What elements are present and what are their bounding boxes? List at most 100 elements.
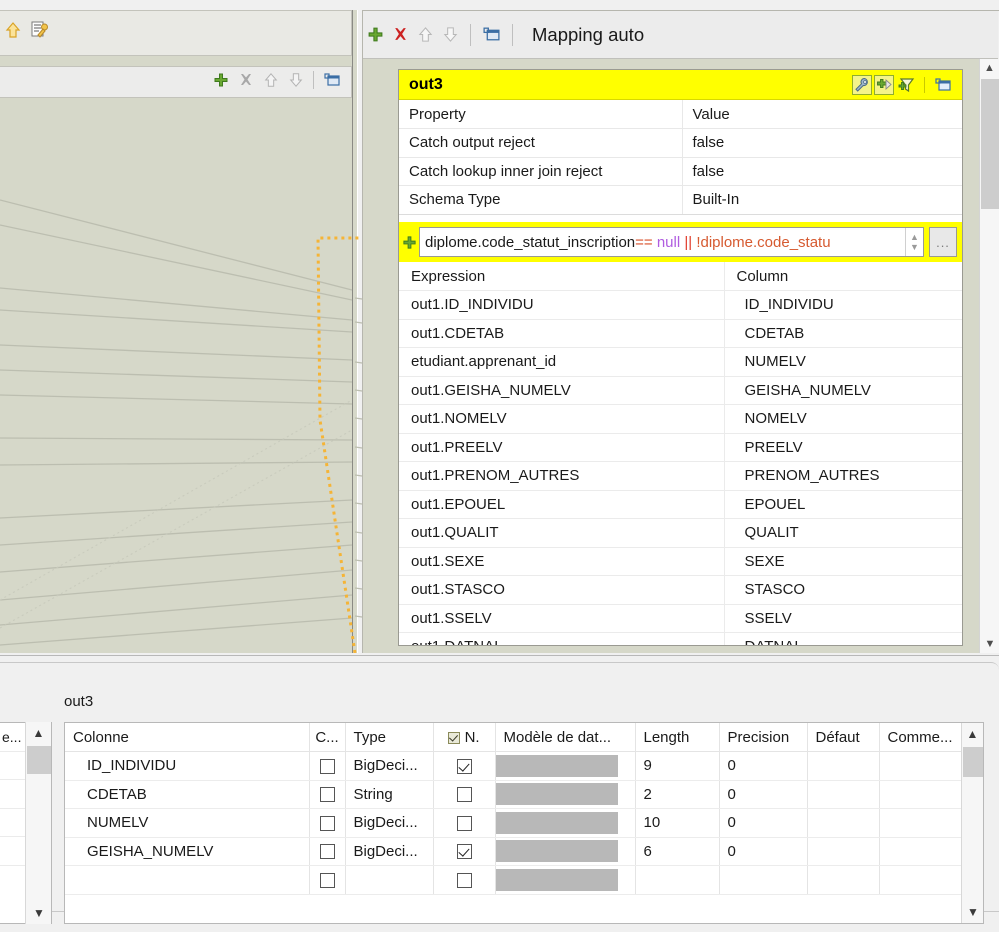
key-checkbox[interactable] bbox=[319, 844, 335, 860]
left-partial-scrollbar[interactable]: ▲ ▼ bbox=[25, 722, 51, 924]
schema-cell[interactable] bbox=[719, 865, 808, 895]
table-row[interactable]: GEISHA_NUMELV BigDeci... 6 0 bbox=[65, 837, 964, 866]
add-icon[interactable] bbox=[399, 235, 419, 250]
schema-column-header[interactable]: Comme... bbox=[879, 723, 964, 752]
table-row[interactable] bbox=[65, 865, 964, 895]
add-icon[interactable] bbox=[367, 26, 384, 43]
schema-key-cell[interactable] bbox=[309, 780, 346, 809]
key-checkbox[interactable] bbox=[319, 815, 335, 831]
schema-length-cell[interactable]: 6 bbox=[635, 837, 720, 866]
schema-date-pattern-cell[interactable] bbox=[495, 751, 636, 781]
schema-cell[interactable] bbox=[65, 865, 310, 895]
scroll-down-icon[interactable]: ▼ bbox=[980, 635, 999, 653]
schema-column-header[interactable]: Modèle de dat... bbox=[495, 723, 636, 752]
schema-type-cell[interactable]: BigDeci... bbox=[345, 808, 434, 838]
schema-default-cell[interactable] bbox=[807, 780, 880, 809]
key-checkbox[interactable] bbox=[319, 872, 335, 888]
mapping-canvas[interactable] bbox=[0, 98, 352, 653]
maximize-icon[interactable] bbox=[482, 26, 501, 43]
schema-nullable-cell[interactable] bbox=[433, 808, 496, 838]
table-row[interactable]: out1.QUALIT QUALIT bbox=[399, 518, 962, 548]
schema-date-pattern-cell[interactable] bbox=[495, 808, 636, 838]
schema-precision-cell[interactable]: 0 bbox=[719, 780, 808, 809]
schema-comment-cell[interactable] bbox=[879, 808, 964, 838]
nullable-checkbox[interactable] bbox=[456, 758, 472, 774]
table-row[interactable]: etudiant.apprenant_id NUMELV bbox=[399, 347, 962, 377]
table-row[interactable]: out1.STASCO STASCO bbox=[399, 575, 962, 605]
scroll-up-icon[interactable]: ▲ bbox=[26, 722, 51, 744]
schema-cell[interactable] bbox=[345, 865, 434, 895]
table-row[interactable]: NUMELV BigDeci... 10 0 bbox=[65, 808, 964, 838]
schema-date-pattern-cell[interactable] bbox=[495, 837, 636, 866]
schema-precision-cell[interactable]: 0 bbox=[719, 751, 808, 781]
schema-type-cell[interactable]: BigDeci... bbox=[345, 751, 434, 781]
table-row[interactable]: out1.GEISHA_NUMELV GEISHA_NUMELV bbox=[399, 376, 962, 405]
schema-precision-cell[interactable]: 0 bbox=[719, 808, 808, 838]
schema-cell[interactable] bbox=[879, 865, 964, 895]
schema-default-cell[interactable] bbox=[807, 751, 880, 781]
property-value[interactable]: false bbox=[681, 128, 962, 158]
property-value[interactable]: false bbox=[681, 157, 962, 186]
expression-more-button[interactable]: ... bbox=[929, 227, 957, 257]
schema-column-header[interactable]: Precision bbox=[719, 723, 808, 752]
scroll-down-icon[interactable]: ▼ bbox=[962, 901, 983, 923]
expression-input[interactable]: diplome.code_statut_inscription== null |… bbox=[419, 227, 924, 257]
table-row[interactable]: out1.PREELV PREELV bbox=[399, 433, 962, 462]
schema-comment-cell[interactable] bbox=[879, 837, 964, 866]
scroll-up-icon[interactable]: ▲ bbox=[980, 59, 999, 77]
property-value[interactable]: Value bbox=[681, 100, 962, 129]
table-row[interactable]: out1.CDETAB CDETAB bbox=[399, 319, 962, 348]
scrollbar-thumb[interactable] bbox=[963, 747, 983, 777]
table-row[interactable]: out1.SEXE SEXE bbox=[399, 547, 962, 576]
add-icon[interactable] bbox=[213, 72, 229, 88]
nullable-checkbox[interactable] bbox=[456, 844, 472, 860]
scroll-down-icon[interactable]: ▼ bbox=[26, 902, 52, 924]
nullable-checkbox[interactable] bbox=[456, 872, 472, 888]
scrollbar-thumb[interactable] bbox=[981, 79, 999, 209]
schema-key-cell[interactable] bbox=[309, 808, 346, 838]
schema-nullable-cell[interactable] bbox=[433, 751, 496, 781]
schema-table-wrapper[interactable]: Colonne C... Type N. Modèle de dat... Length… bbox=[64, 722, 984, 924]
schema-default-cell[interactable] bbox=[807, 837, 880, 866]
key-checkbox[interactable] bbox=[319, 787, 335, 803]
schema-cell[interactable] bbox=[635, 865, 720, 895]
scroll-up-icon[interactable]: ▲ bbox=[962, 723, 983, 745]
schema-type-cell[interactable]: String bbox=[345, 780, 434, 809]
mapping-vertical-scrollbar[interactable]: ▲ ▼ bbox=[979, 59, 999, 653]
key-checkbox[interactable] bbox=[319, 758, 335, 774]
schema-cell[interactable] bbox=[807, 865, 880, 895]
property-value[interactable]: Built-In bbox=[681, 185, 962, 215]
spinner-updown-icon[interactable]: ▲ ▼ bbox=[905, 228, 923, 256]
schema-comment-cell[interactable] bbox=[879, 751, 964, 781]
scrollbar-thumb[interactable] bbox=[27, 746, 51, 774]
table-row[interactable]: out1.NOMELV NOMELV bbox=[399, 404, 962, 434]
maximize-icon[interactable] bbox=[932, 76, 954, 94]
schema-key-cell[interactable] bbox=[309, 751, 346, 781]
table-row[interactable]: ID_INDIVIDU BigDeci... 9 0 bbox=[65, 751, 964, 781]
schema-date-pattern-cell[interactable] bbox=[495, 780, 636, 809]
schema-default-cell[interactable] bbox=[807, 808, 880, 838]
table-row[interactable]: out1.PRENOM_AUTRES PRENOM_AUTRES bbox=[399, 461, 962, 491]
schema-length-cell[interactable]: 9 bbox=[635, 751, 720, 781]
schema-key-cell[interactable] bbox=[309, 837, 346, 866]
add-filter-icon[interactable] bbox=[896, 76, 917, 94]
nullable-checkbox[interactable] bbox=[456, 815, 472, 831]
list-key-icon[interactable] bbox=[30, 21, 50, 39]
wrench-icon[interactable] bbox=[852, 74, 872, 95]
table-row[interactable]: out1.SSELV SSELV bbox=[399, 604, 962, 633]
schema-length-cell[interactable]: 10 bbox=[635, 808, 720, 838]
schema-column-header[interactable]: Défaut bbox=[807, 723, 880, 752]
schema-column-header[interactable]: C... bbox=[309, 723, 346, 752]
nullable-checkbox[interactable] bbox=[456, 787, 472, 803]
table-row[interactable]: out1.ID_INDIVIDU ID_INDIVIDU bbox=[399, 290, 962, 320]
schema-precision-cell[interactable]: 0 bbox=[719, 837, 808, 866]
schema-cell[interactable] bbox=[495, 865, 636, 895]
table-row[interactable]: CDETAB String 2 0 bbox=[65, 780, 964, 809]
table-row[interactable]: out1.EPOUEL EPOUEL bbox=[399, 490, 962, 519]
table-row[interactable]: out1.DATNAIDATNAI bbox=[399, 632, 962, 645]
schema-column-header[interactable]: N. bbox=[433, 723, 496, 752]
schema-nullable-cell[interactable] bbox=[433, 837, 496, 866]
schema-length-cell[interactable]: 2 bbox=[635, 780, 720, 809]
select-all-nullable-checkbox[interactable] bbox=[448, 731, 461, 744]
schema-vertical-scrollbar[interactable]: ▲ ▼ bbox=[961, 723, 983, 923]
